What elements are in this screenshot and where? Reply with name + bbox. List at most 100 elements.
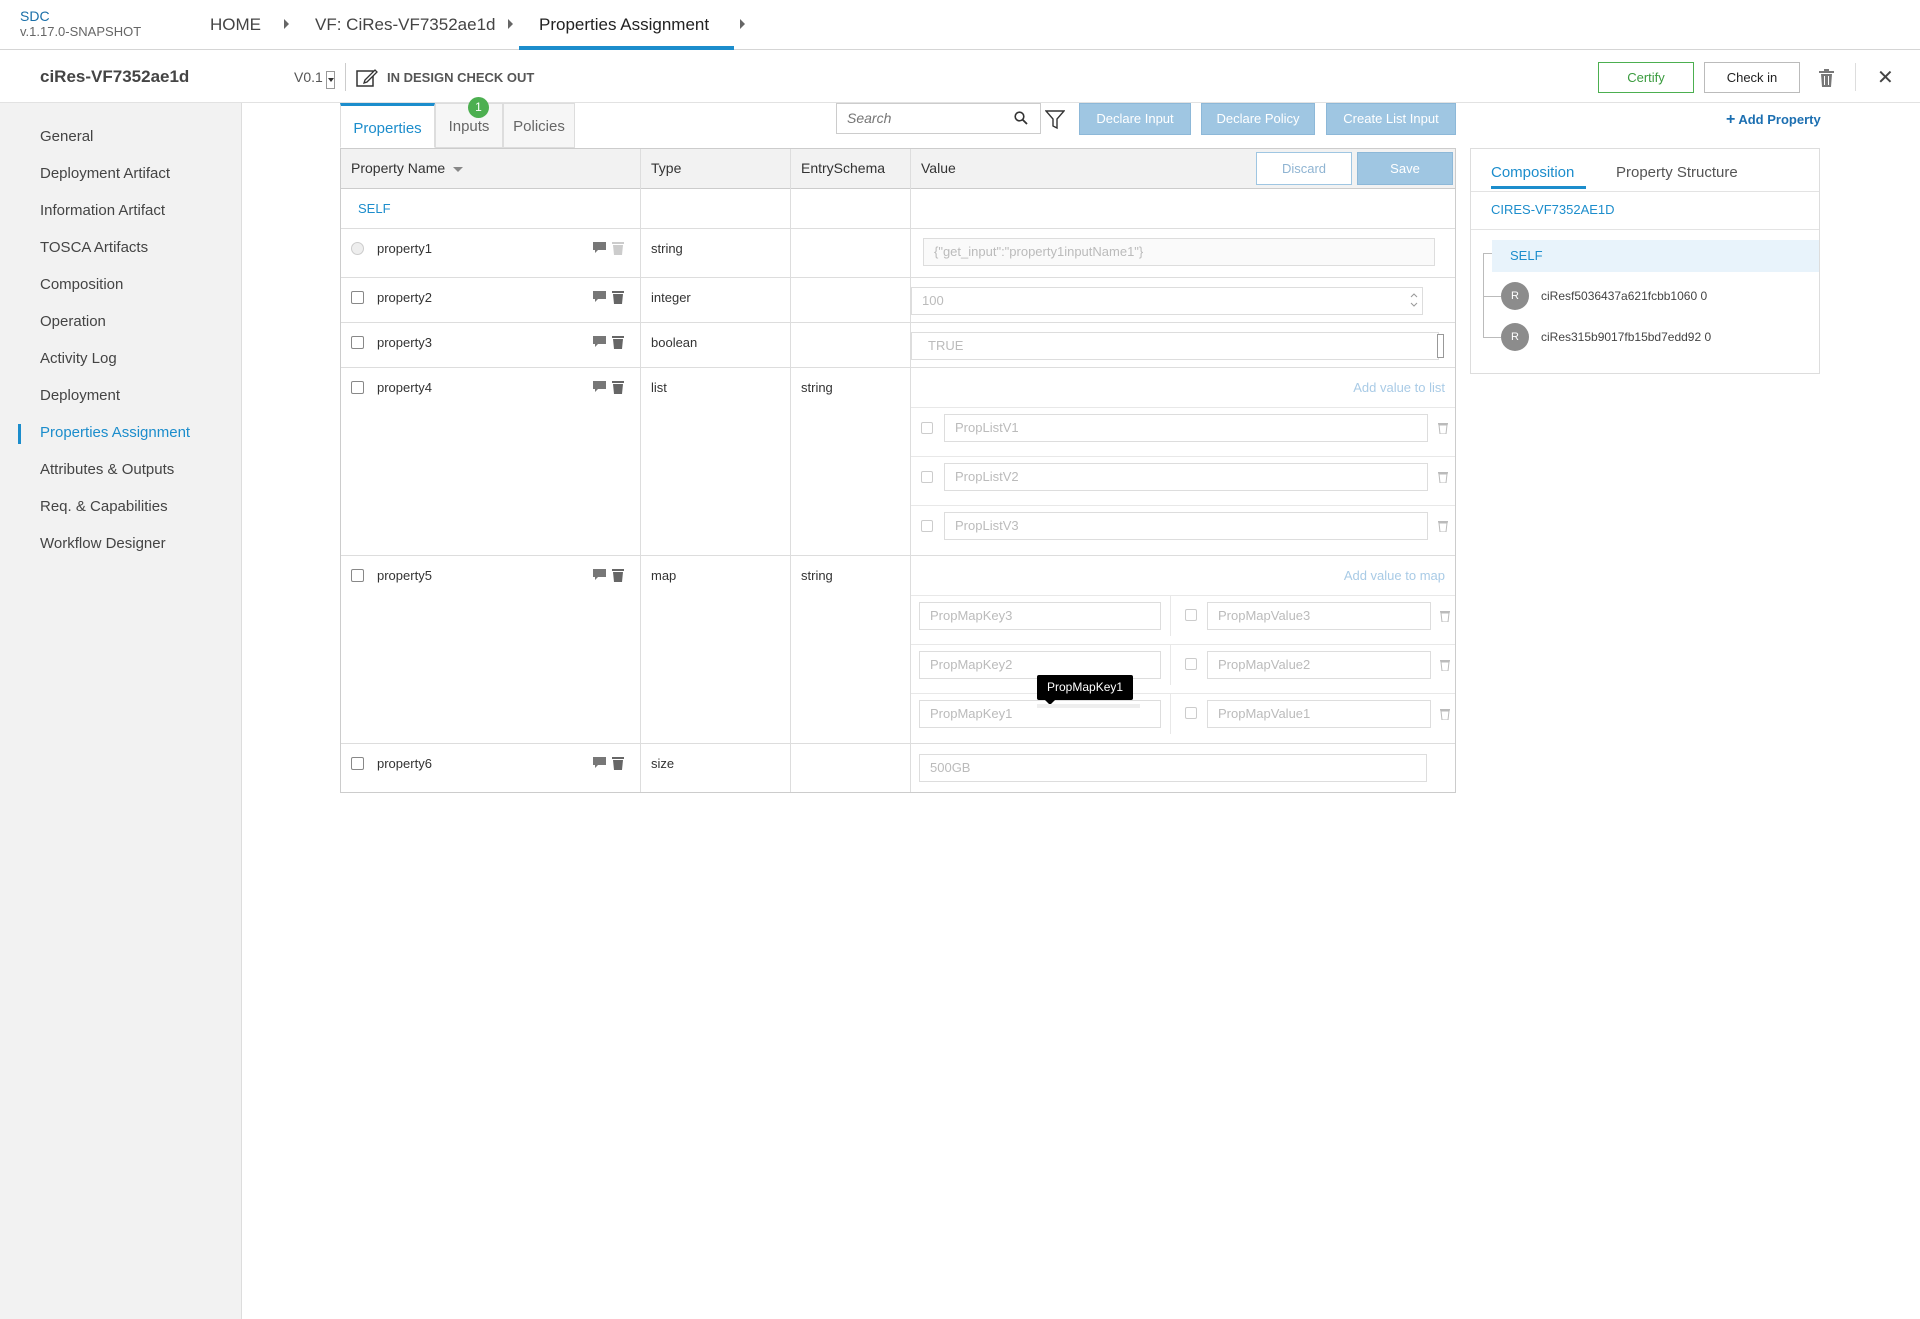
property-value-input[interactable]: 100 [911,287,1423,315]
declare-policy-button[interactable]: Declare Policy [1201,103,1315,135]
map-key-input[interactable]: PropMapKey3 [919,602,1161,630]
comment-icon[interactable] [593,242,606,254]
table-row: property2 integer 100 [341,278,1455,323]
row-checkbox[interactable] [351,569,364,582]
map-entry-checkbox[interactable] [1185,609,1197,621]
tab-policies[interactable]: Policies [503,103,575,148]
property-schema: string [801,568,833,583]
add-value-to-map-link[interactable]: Add value to map [1344,568,1445,583]
sidebar-item-req-capabilities[interactable]: Req. & Capabilities [40,498,168,515]
composition-root[interactable]: CIRES-VF7352AE1D [1491,202,1615,217]
map-value-input[interactable]: PropMapValue2 [1207,651,1431,679]
filter-icon[interactable] [1045,110,1065,130]
map-entry-checkbox[interactable] [1185,658,1197,670]
list-item-input[interactable]: PropListV3 [944,512,1428,540]
close-icon[interactable]: ✕ [1877,65,1894,90]
sidebar-item-tosca-artifacts[interactable]: TOSCA Artifacts [40,239,148,256]
trash-icon [612,242,624,255]
number-stepper-icon[interactable] [1409,290,1419,310]
tab-composition[interactable]: Composition [1491,164,1574,181]
trash-icon[interactable] [1440,659,1450,671]
trash-icon[interactable] [1438,471,1448,483]
sidebar-item-deployment[interactable]: Deployment [40,387,120,404]
tree-item-instance[interactable]: ciRes315b9017fb15bd7edd92 0 [1541,330,1711,344]
comment-icon[interactable] [593,569,606,581]
comment-icon[interactable] [593,757,606,769]
certify-button[interactable]: Certify [1598,62,1694,93]
breadcrumb-home[interactable]: HOME [210,0,261,50]
chevron-right-icon [284,19,289,29]
add-property-link[interactable]: + Add Property [1726,111,1821,129]
trash-icon[interactable] [1440,610,1450,622]
breadcrumb-vf[interactable]: VF: CiRes-VF7352ae1d [315,0,495,50]
trash-icon[interactable] [1438,520,1448,532]
checkin-button[interactable]: Check in [1704,62,1800,93]
sidebar-item-information-artifact[interactable]: Information Artifact [40,202,165,219]
map-value-input[interactable]: PropMapValue1 [1207,700,1431,728]
sidebar-item-composition[interactable]: Composition [40,276,123,293]
map-value-input[interactable]: PropMapValue3 [1207,602,1431,630]
trash-icon[interactable] [1440,708,1450,720]
declare-input-button[interactable]: Declare Input [1079,103,1191,135]
divider [1170,596,1171,636]
property-name: property4 [377,380,432,395]
app-brand[interactable]: SDC v.1.17.0-SNAPSHOT [20,9,142,40]
add-value-to-list-link[interactable]: Add value to list [1353,380,1445,395]
sidebar-item-properties-assignment[interactable]: Properties Assignment [40,424,190,441]
tab-property-structure[interactable]: Property Structure [1616,164,1738,181]
tab-active-indicator [1491,186,1586,189]
row-checkbox[interactable] [351,757,364,770]
list-item-checkbox[interactable] [921,520,933,532]
component-title: ciRes-VF7352ae1d [40,67,190,86]
group-row-self: SELF [341,189,1455,229]
sort-down-icon[interactable] [453,166,464,172]
create-list-input-button[interactable]: Create List Input [1326,103,1456,135]
property-type: list [651,380,667,395]
sidebar-item-general[interactable]: General [40,128,93,145]
trash-icon[interactable] [612,756,624,770]
trash-icon[interactable] [612,568,624,582]
save-button[interactable]: Save [1357,152,1453,185]
property-type: map [651,568,677,583]
sidebar-item-attributes-outputs[interactable]: Attributes & Outputs [40,461,174,478]
row-checkbox[interactable] [351,336,364,349]
discard-button[interactable]: Discard [1256,152,1352,185]
row-checkbox[interactable] [351,291,364,304]
sidebar-item-deployment-artifact[interactable]: Deployment Artifact [40,165,170,182]
list-item-checkbox[interactable] [921,471,933,483]
map-entry-checkbox[interactable] [1185,707,1197,719]
sidebar-item-workflow-designer[interactable]: Workflow Designer [40,535,166,552]
property-value-select[interactable]: TRUE [911,332,1439,360]
trash-icon[interactable] [612,335,624,349]
properties-table: Property Name Type EntrySchema Value Dis… [340,148,1456,793]
tree-item-self[interactable]: SELF [1492,240,1819,272]
list-item-checkbox[interactable] [921,422,933,434]
chevron-down-icon[interactable] [326,71,335,89]
comment-icon[interactable] [593,336,606,348]
avatar: R [1501,282,1529,310]
comment-icon[interactable] [593,291,606,303]
trash-icon[interactable] [1438,422,1448,434]
app-version: v.1.17.0-SNAPSHOT [20,24,142,39]
sidebar-item-activity-log[interactable]: Activity Log [40,350,117,367]
sidebar-item-operation[interactable]: Operation [40,313,106,330]
comment-icon[interactable] [593,381,606,393]
tree-item-instance[interactable]: ciResf5036437a621fcbb1060 0 [1541,289,1707,303]
lifecycle-status: IN DESIGN CHECK OUT [387,70,535,85]
search-icon[interactable] [1014,111,1028,125]
trash-icon[interactable] [612,380,624,394]
row-checkbox[interactable] [351,381,364,394]
breadcrumb-active-indicator [519,46,734,50]
list-item-input[interactable]: PropListV1 [944,414,1428,442]
column-header-name[interactable]: Property Name [351,160,464,176]
chevron-down-icon[interactable] [1437,334,1444,358]
tree-connector [1483,253,1484,337]
trash-icon[interactable] [612,290,624,304]
breadcrumb-current[interactable]: Properties Assignment [539,0,709,50]
tab-properties[interactable]: Properties [340,103,435,148]
version-select[interactable]: V0.1 [294,69,323,85]
property-value-input[interactable]: 500GB [919,754,1427,782]
trash-icon[interactable] [1818,69,1835,87]
list-item-input[interactable]: PropListV2 [944,463,1428,491]
search-input[interactable] [837,104,997,132]
